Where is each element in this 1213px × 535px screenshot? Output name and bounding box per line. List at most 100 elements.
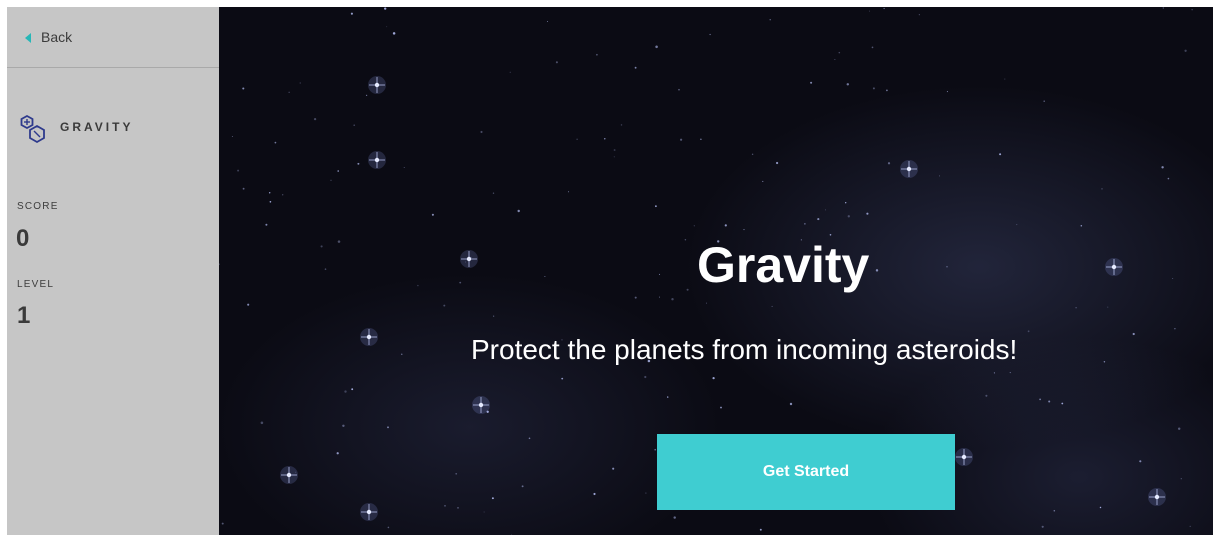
- star: [1061, 402, 1064, 405]
- star: [743, 229, 745, 231]
- star: [1189, 525, 1191, 528]
- star: [654, 448, 657, 451]
- star: [700, 138, 702, 141]
- star: [993, 372, 995, 374]
- star: [673, 516, 676, 519]
- back-button[interactable]: Back: [7, 7, 219, 68]
- star: [386, 26, 388, 28]
- star: [810, 81, 813, 84]
- get-started-button[interactable]: Get Started: [657, 434, 955, 510]
- star: [387, 426, 389, 429]
- star: [547, 21, 549, 22]
- star: [869, 10, 870, 12]
- level-value: 1: [17, 302, 31, 329]
- star: [847, 215, 850, 218]
- score-label: SCORE: [17, 201, 59, 212]
- star: [337, 170, 339, 172]
- star: [242, 187, 245, 190]
- star: [1027, 330, 1030, 333]
- star: [634, 66, 637, 69]
- star: [866, 212, 869, 215]
- star: [596, 53, 598, 56]
- back-arrow-icon: [25, 32, 31, 43]
- star: [667, 396, 669, 398]
- star: [457, 507, 459, 509]
- star: [712, 376, 715, 380]
- star: [593, 492, 596, 496]
- logo-text: GRAVITY: [60, 120, 134, 134]
- star: [659, 273, 661, 275]
- star: [1191, 9, 1193, 11]
- star: [231, 135, 233, 138]
- star: [336, 452, 339, 455]
- star: [491, 497, 494, 500]
- star: [946, 91, 948, 93]
- star: [330, 179, 332, 181]
- star: [883, 7, 885, 10]
- bright-star: [460, 250, 478, 268]
- star: [1103, 361, 1106, 363]
- star: [789, 402, 793, 406]
- bright-star: [900, 160, 918, 178]
- star: [612, 467, 615, 470]
- game-subtitle: Protect the planets from incoming astero…: [471, 334, 1018, 365]
- star: [521, 485, 524, 488]
- star: [872, 87, 875, 90]
- star: [260, 421, 264, 425]
- star: [985, 394, 988, 397]
- star: [1048, 400, 1051, 403]
- star: [282, 194, 284, 196]
- star: [517, 209, 520, 213]
- star: [313, 117, 317, 121]
- star: [337, 240, 341, 243]
- star: [443, 304, 446, 307]
- star: [693, 225, 695, 227]
- star: [320, 245, 323, 248]
- star: [1184, 49, 1187, 52]
- star: [686, 288, 689, 291]
- star: [875, 269, 879, 272]
- star: [357, 162, 360, 165]
- star: [999, 153, 1002, 156]
- bright-star: [1148, 488, 1166, 506]
- star: [946, 266, 948, 268]
- star: [771, 305, 773, 307]
- star: [680, 138, 683, 141]
- star: [613, 149, 616, 151]
- bright-star: [1105, 258, 1123, 276]
- star: [480, 130, 483, 134]
- game-canvas[interactable]: Gravity Protect the planets from incomin…: [219, 7, 1213, 535]
- star: [838, 51, 841, 54]
- star: [528, 437, 531, 440]
- star: [1132, 332, 1135, 336]
- level-label: LEVEL: [17, 279, 55, 290]
- star: [751, 153, 754, 156]
- star: [613, 156, 615, 158]
- star: [219, 263, 220, 266]
- star: [1180, 478, 1182, 480]
- star: [274, 141, 277, 144]
- star: [709, 33, 711, 36]
- star: [762, 180, 764, 182]
- star: [645, 492, 647, 494]
- star: [759, 528, 762, 531]
- star: [237, 169, 240, 172]
- star: [350, 12, 353, 15]
- star: [845, 202, 847, 204]
- star: [392, 32, 396, 35]
- bright-star: [955, 448, 973, 466]
- gravity-logo-icon: [20, 114, 45, 144]
- star: [655, 45, 658, 49]
- star: [1172, 278, 1174, 280]
- bright-star: [360, 503, 378, 521]
- star: [724, 224, 727, 227]
- star: [403, 167, 405, 168]
- star: [509, 71, 511, 73]
- star: [644, 375, 647, 379]
- star: [1167, 177, 1170, 180]
- star: [655, 205, 657, 208]
- star: [658, 296, 660, 298]
- bright-star: [368, 151, 386, 169]
- star: [568, 191, 570, 193]
- star: [493, 315, 495, 317]
